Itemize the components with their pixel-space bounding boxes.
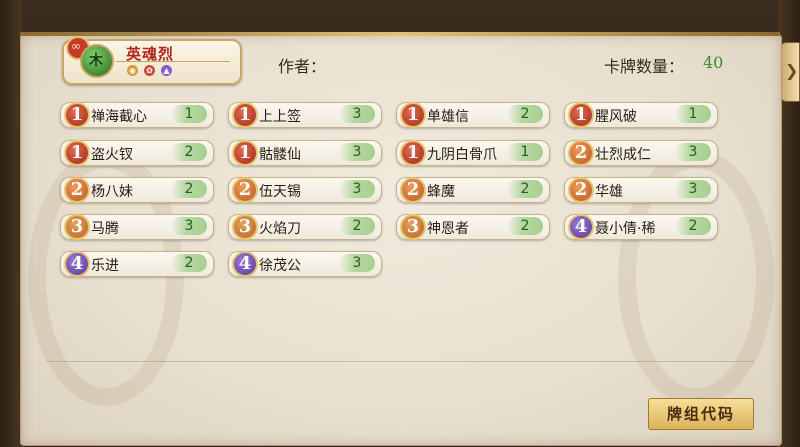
card-name: 九阴白骨爪 bbox=[427, 147, 497, 163]
card-entry[interactable]: 4 聂小倩·稀 2 bbox=[564, 214, 718, 240]
card-cost-icon: 3 bbox=[400, 214, 426, 240]
card-name: 华雄 bbox=[595, 184, 623, 200]
card-name: 神恩者 bbox=[427, 221, 469, 237]
card-name: 骷髅仙 bbox=[259, 147, 301, 163]
card-name: 聂小倩·稀 bbox=[595, 221, 656, 237]
card-cost-icon: 1 bbox=[568, 102, 594, 128]
card-entry[interactable]: 2 壮烈成仁 3 bbox=[564, 140, 718, 166]
card-cost-icon: 1 bbox=[400, 102, 426, 128]
card-quantity: 2 bbox=[507, 105, 543, 123]
card-quantity: 3 bbox=[675, 143, 711, 161]
card-name: 壮烈成仁 bbox=[595, 147, 651, 163]
card-quantity: 2 bbox=[171, 143, 207, 161]
card-cost-icon: 2 bbox=[64, 177, 90, 203]
card-name: 乐进 bbox=[91, 258, 119, 274]
author-label: 作者： bbox=[278, 57, 327, 76]
card-name: 蜂魔 bbox=[427, 184, 455, 200]
hero-symbol: 木 bbox=[89, 53, 103, 69]
card-cost-icon: 2 bbox=[232, 177, 258, 203]
card-entry[interactable]: 3 火焰刀 2 bbox=[228, 214, 382, 240]
card-entry[interactable]: 1 上上签 3 bbox=[228, 102, 382, 128]
card-name: 马腾 bbox=[91, 221, 119, 237]
card-quantity: 2 bbox=[507, 180, 543, 198]
card-name: 腥风破 bbox=[595, 109, 637, 125]
card-count-label: 卡牌数量： bbox=[604, 57, 685, 76]
card-cost-icon: 2 bbox=[400, 177, 426, 203]
card-entry[interactable]: 2 伍天锡 3 bbox=[228, 177, 382, 203]
card-cost-icon: 4 bbox=[232, 251, 258, 277]
card-entry[interactable]: 4 乐进 2 bbox=[60, 251, 214, 277]
card-entry[interactable]: 4 徐茂公 3 bbox=[228, 251, 382, 277]
card-entry[interactable]: 1 九阴白骨爪 1 bbox=[396, 140, 550, 166]
card-entry[interactable]: 1 盗火钗 2 bbox=[60, 140, 214, 166]
card-cost-icon: 1 bbox=[232, 102, 258, 128]
card-cost-icon: 1 bbox=[64, 102, 90, 128]
card-quantity: 2 bbox=[339, 217, 375, 235]
left-frame-border bbox=[0, 0, 22, 447]
card-quantity: 1 bbox=[171, 105, 207, 123]
card-entry[interactable]: 2 杨八妹 2 bbox=[60, 177, 214, 203]
red-faction-icon: ✿ bbox=[144, 65, 155, 76]
card-quantity: 1 bbox=[507, 143, 543, 161]
card-entry[interactable]: 3 神恩者 2 bbox=[396, 214, 550, 240]
card-cost-icon: 3 bbox=[232, 214, 258, 240]
gold-faction-icon: ◉ bbox=[127, 65, 138, 76]
card-entry[interactable]: 3 马腾 3 bbox=[60, 214, 214, 240]
card-entry[interactable]: 1 单雄信 2 bbox=[396, 102, 550, 128]
card-cost-icon: 4 bbox=[64, 251, 90, 277]
card-quantity: 2 bbox=[171, 180, 207, 198]
chevron-right-icon: ❯ bbox=[785, 61, 799, 80]
card-quantity: 3 bbox=[171, 217, 207, 235]
card-entry[interactable]: 1 腥风破 1 bbox=[564, 102, 718, 128]
card-quantity: 1 bbox=[675, 105, 711, 123]
card-name: 上上签 bbox=[259, 109, 301, 125]
card-quantity: 3 bbox=[339, 180, 375, 198]
link-icon: ∞ bbox=[71, 39, 81, 53]
card-name: 杨八妹 bbox=[91, 184, 133, 200]
hero-emblem-icon: 木 bbox=[80, 44, 114, 78]
deck-code-button[interactable]: 牌组代码 bbox=[648, 398, 754, 430]
card-quantity: 3 bbox=[339, 254, 375, 272]
card-cost-icon: 1 bbox=[400, 140, 426, 166]
card-cost-icon: 4 bbox=[568, 214, 594, 240]
card-cost-icon: 2 bbox=[568, 177, 594, 203]
card-quantity: 3 bbox=[339, 143, 375, 161]
deck-name-divider bbox=[116, 61, 230, 62]
card-quantity: 2 bbox=[171, 254, 207, 272]
side-tab[interactable]: ❯ bbox=[780, 42, 800, 102]
card-entry[interactable]: 1 禅海截心 1 bbox=[60, 102, 214, 128]
card-entry[interactable]: 1 骷髅仙 3 bbox=[228, 140, 382, 166]
card-name: 徐茂公 bbox=[259, 258, 301, 274]
card-quantity: 3 bbox=[339, 105, 375, 123]
card-name: 伍天锡 bbox=[259, 184, 301, 200]
card-name: 禅海截心 bbox=[91, 109, 147, 125]
card-name: 火焰刀 bbox=[259, 221, 301, 237]
game-window: ❯ ∞ 木 英魂烈 ◉ ✿ ▲ 作者： 卡牌数量： 40 1 禅海截心 1 1 上上签 3… bbox=[0, 0, 800, 447]
card-name: 单雄信 bbox=[427, 109, 469, 125]
purple-faction-icon: ▲ bbox=[161, 65, 172, 76]
panel-top-trim bbox=[20, 32, 780, 36]
card-entry[interactable]: 2 华雄 3 bbox=[564, 177, 718, 203]
card-quantity: 2 bbox=[675, 217, 711, 235]
card-cost-icon: 1 bbox=[232, 140, 258, 166]
card-name: 盗火钗 bbox=[91, 147, 133, 163]
card-cost-icon: 1 bbox=[64, 140, 90, 166]
card-count-value: 40 bbox=[703, 53, 724, 72]
card-cost-icon: 2 bbox=[568, 140, 594, 166]
card-quantity: 3 bbox=[675, 180, 711, 198]
card-cost-icon: 3 bbox=[64, 214, 90, 240]
card-quantity: 2 bbox=[507, 217, 543, 235]
card-entry[interactable]: 2 蜂魔 2 bbox=[396, 177, 550, 203]
